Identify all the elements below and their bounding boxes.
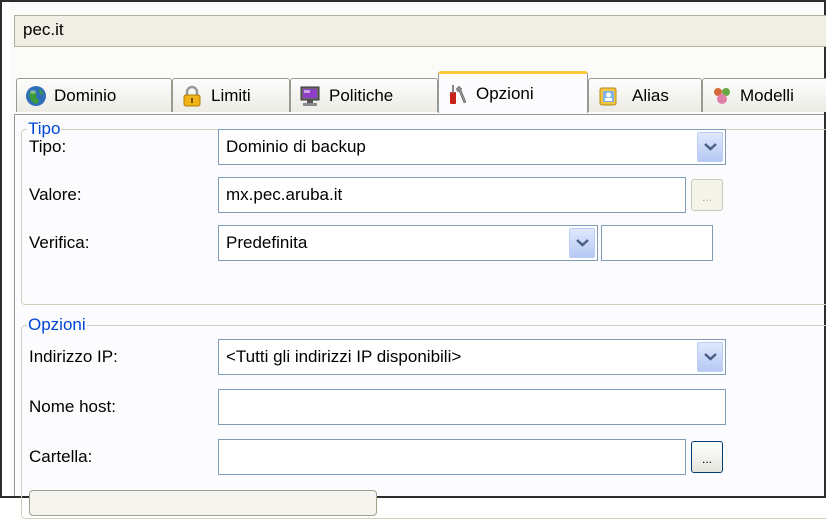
verifica-extra-input[interactable] [601, 225, 713, 261]
ip-label: Indirizzo IP: [29, 347, 118, 366]
tab-dominio[interactable]: Dominio [16, 78, 172, 112]
tipo-select-value: Dominio di backup [226, 137, 366, 156]
lock-icon [183, 85, 201, 107]
tab-opzioni-label: Opzioni [476, 84, 534, 103]
host-label: Nome host: [29, 397, 116, 416]
ip-select-value: <Tutti gli indirizzi IP disponibili> [226, 347, 462, 366]
tab-modelli-label: Modelli [740, 86, 794, 105]
domain-title-bar: pec.it [14, 15, 826, 47]
chevron-down-icon[interactable] [697, 132, 723, 162]
verifica-select[interactable]: Predefinita [218, 225, 598, 261]
cartella-input[interactable] [218, 439, 686, 475]
tools-icon [450, 85, 467, 104]
chevron-down-icon[interactable] [569, 228, 595, 258]
valore-browse-button[interactable]: ... [691, 179, 723, 211]
tipo-select[interactable]: Dominio di backup [218, 129, 726, 165]
globe-icon [26, 86, 46, 106]
users-icon [714, 88, 730, 104]
host-input[interactable] [218, 389, 726, 425]
chevron-down-icon[interactable] [697, 342, 723, 372]
ip-select[interactable]: <Tutti gli indirizzi IP disponibili> [218, 339, 726, 375]
valore-label: Valore: [29, 185, 82, 204]
tab-limiti[interactable]: Limiti [172, 78, 290, 112]
cartella-label: Cartella: [29, 447, 93, 466]
tipo-group-legend: Tipo [28, 119, 61, 138]
tab-limiti-label: Limiti [211, 86, 251, 105]
tab-strip: Dominio Limiti Politiche Opzioni Alias M… [16, 67, 826, 115]
valore-input-value: mx.pec.aruba.it [226, 185, 343, 204]
tab-modelli[interactable]: Modelli [702, 78, 826, 112]
opzioni-group-legend: Opzioni [28, 315, 86, 334]
monitor-icon [300, 86, 320, 106]
tab-alias[interactable]: Alias [588, 78, 702, 112]
tab-politiche[interactable]: Politiche [290, 78, 438, 112]
address-book-icon [599, 87, 617, 106]
tab-opzioni[interactable]: Opzioni [438, 71, 588, 113]
tipo-label: Tipo: [29, 137, 67, 156]
tab-dominio-label: Dominio [54, 86, 117, 105]
cartella-browse-button[interactable]: ... [691, 441, 723, 473]
tab-alias-label: Alias [632, 86, 669, 105]
valore-input[interactable]: mx.pec.aruba.it [218, 177, 686, 213]
bottom-button[interactable] [29, 490, 377, 516]
verifica-select-value: Predefinita [226, 233, 308, 252]
tab-politiche-label: Politiche [329, 86, 394, 105]
options-panel: Tipo Tipo: Dominio di backup Valore: mx.… [14, 114, 826, 519]
domain-title: pec.it [23, 20, 64, 39]
verifica-label: Verifica: [29, 233, 90, 252]
window-frame: pec.it Dominio Limiti Politiche Opzioni … [0, 0, 826, 519]
